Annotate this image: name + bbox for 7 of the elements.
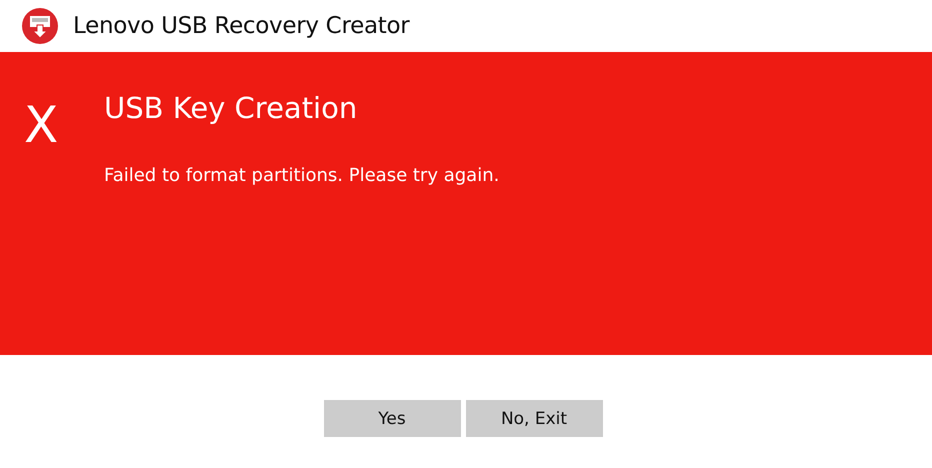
error-message: Failed to format partitions. Please try again.	[104, 164, 500, 188]
app-logo-icon	[21, 7, 59, 45]
dialog-button[interactable]: Yes	[324, 400, 460, 437]
window-title: Lenovo USB Recovery Creator	[73, 13, 410, 39]
dialog-heading: USB Key Creation	[104, 90, 358, 126]
error-mark: X	[23, 96, 60, 154]
dialog-button[interactable]: No, Exit	[466, 400, 602, 437]
